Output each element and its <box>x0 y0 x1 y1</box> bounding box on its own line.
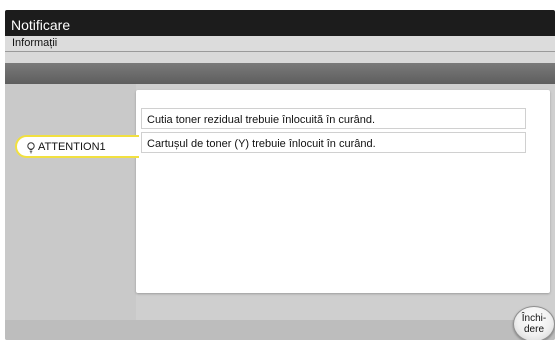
notification-screen: Notificare Informații Cutia toner rezidu… <box>5 10 555 340</box>
subtitle-bar: Informații <box>5 36 555 52</box>
lightbulb-icon <box>27 142 35 154</box>
subtitle-text: Informații <box>12 37 58 49</box>
header-strip <box>5 63 555 84</box>
message-row: Cutia toner rezidual trebuie înlocuită î… <box>141 108 526 129</box>
close-button[interactable]: Închi- dere <box>513 306 555 340</box>
message-row: Cartușul de toner (Y) trebuie înlocuit î… <box>141 132 526 153</box>
separator <box>5 52 555 63</box>
message-text: Cartușul de toner (Y) trebuie înlocuit î… <box>147 138 376 150</box>
attention-tab[interactable]: ATTENTION1 <box>15 135 139 158</box>
title-bar: Notificare <box>5 10 555 36</box>
close-label-line2: dere <box>523 324 544 335</box>
attention-label: ATTENTION1 <box>38 141 106 153</box>
left-panel <box>5 84 136 320</box>
close-label-line1: Închi- <box>521 313 547 324</box>
bottom-bar <box>5 320 555 340</box>
message-text: Cutia toner rezidual trebuie înlocuită î… <box>147 114 376 126</box>
window-title: Notificare <box>11 17 71 33</box>
message-panel: Cutia toner rezidual trebuie înlocuită î… <box>136 90 550 293</box>
